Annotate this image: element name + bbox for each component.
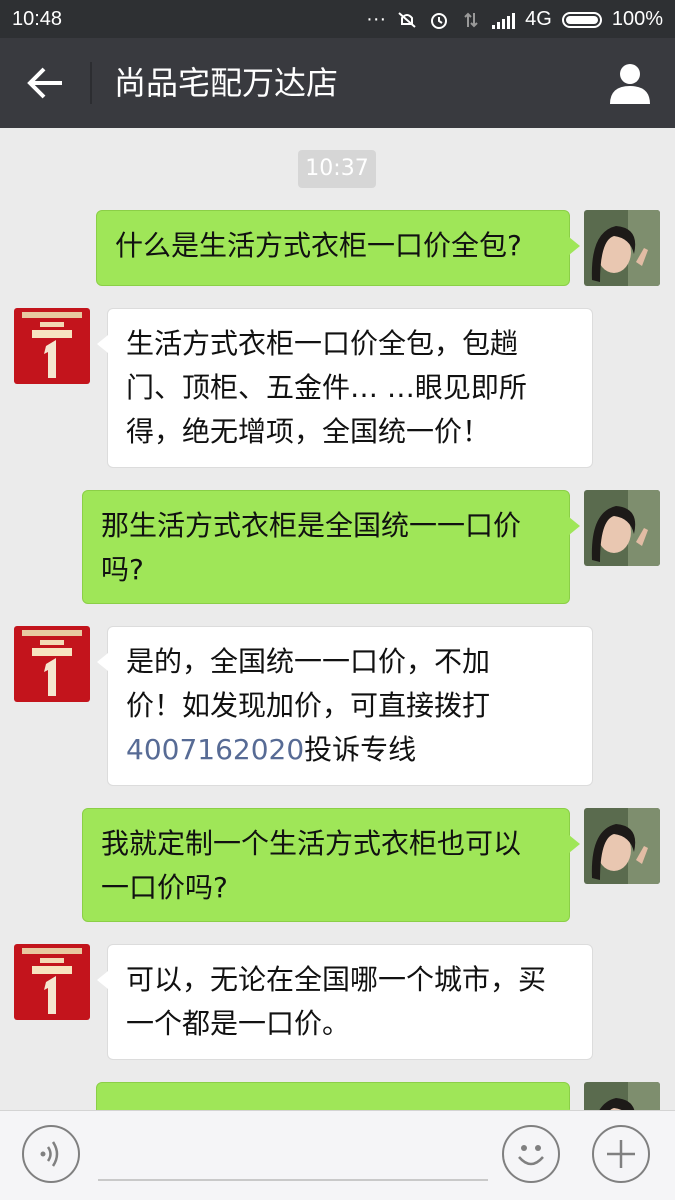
message-bubble-me[interactable]: 我就定制一个生活方式衣柜也可以 一口价吗?: [82, 808, 580, 922]
shop-avatar[interactable]: [14, 308, 90, 384]
person-icon[interactable]: [607, 60, 653, 106]
message-line: 一个都是一口价。: [126, 1007, 351, 1040]
message-line: 那生活方式衣柜是全国统一一口价: [101, 509, 522, 542]
message-bubble-shop[interactable]: 是的，全国统一一口价，不加 价！如发现加价，可直接拨打 4007162020投诉…: [97, 626, 593, 786]
title-divider: [90, 62, 92, 104]
shop-avatar[interactable]: [14, 626, 90, 702]
message-line: 门、顶柜、五金件… …眼见即所: [126, 371, 527, 404]
shop-avatar-image: [14, 944, 90, 1020]
phone-number-link[interactable]: 4007162020: [126, 733, 304, 766]
my-avatar-image: [584, 490, 660, 566]
voice-icon[interactable]: [22, 1125, 80, 1183]
data-transfer-icon: [464, 12, 478, 27]
plus-icon[interactable]: [592, 1125, 650, 1183]
message-bubble-me[interactable]: 什么是生活方式衣柜一口价全包?: [96, 210, 580, 286]
more-dots-icon: ···: [366, 8, 387, 30]
message-line: 价！如发现加价，可直接拨打: [126, 689, 491, 722]
shop-avatar[interactable]: [14, 944, 90, 1020]
message-line: 4007162020投诉专线: [126, 728, 574, 772]
shop-avatar-image: [14, 626, 90, 702]
message-suffix: 投诉专线: [304, 733, 417, 766]
message-bubble-shop[interactable]: 生活方式衣柜一口价全包，包趟 门、顶柜、五金件… …眼见即所 得，绝无增项，全国…: [97, 308, 593, 468]
message-line: 我就定制一个生活方式衣柜也可以: [101, 827, 522, 860]
shop-avatar-image: [14, 308, 90, 384]
message-line: 生活方式衣柜一口价全包，包趟: [126, 327, 519, 360]
alarm-icon: [431, 12, 448, 29]
chat-title: 尚品宅配万达店: [114, 64, 339, 102]
message-line: 一口价吗?: [101, 871, 228, 904]
emoji-icon[interactable]: [502, 1125, 560, 1183]
message-line: 吗?: [101, 553, 144, 586]
message-line: 可以，无论在全国哪一个城市，买: [126, 963, 547, 996]
battery-level: 100%: [611, 8, 663, 30]
my-avatar[interactable]: [584, 808, 660, 884]
network-type: 4G: [525, 8, 552, 30]
message-bubble-me-partial[interactable]: [96, 1082, 580, 1110]
my-avatar[interactable]: [584, 210, 660, 286]
my-avatar-image: [584, 210, 660, 286]
my-avatar-image: [584, 1082, 660, 1110]
message-text: 什么是生活方式衣柜一口价全包?: [115, 229, 522, 262]
my-avatar[interactable]: [584, 1082, 660, 1110]
battery-icon: [561, 11, 602, 28]
back-arrow-icon[interactable]: [20, 60, 70, 106]
message-line: 是的，全国统一一口价，不加: [126, 645, 491, 678]
message-timestamp: 10:37: [298, 150, 376, 188]
input-bar: [0, 1110, 675, 1200]
message-line: 得，绝无增项，全国统一价！: [126, 415, 491, 448]
message-bubble-me[interactable]: 那生活方式衣柜是全国统一一口价 吗?: [82, 490, 580, 604]
signal-icon: [492, 11, 516, 29]
message-bubble-shop[interactable]: 可以，无论在全国哪一个城市，买 一个都是一口价。: [97, 944, 593, 1060]
chat-area[interactable]: 10:37 什么是生活方式衣柜一口价全包? 生活方式衣柜一口价全包，包趟 门、顶…: [0, 128, 675, 1110]
my-avatar[interactable]: [584, 490, 660, 566]
mute-icon: [398, 11, 416, 28]
my-avatar-image: [584, 808, 660, 884]
status-time: 10:48: [12, 8, 63, 30]
message-input[interactable]: [98, 1131, 488, 1181]
title-bar: 尚品宅配万达店: [0, 38, 675, 128]
status-icons: ··· 4G 100%: [366, 8, 663, 31]
status-bar: 10:48 ··· 4G 100%: [0, 0, 675, 38]
